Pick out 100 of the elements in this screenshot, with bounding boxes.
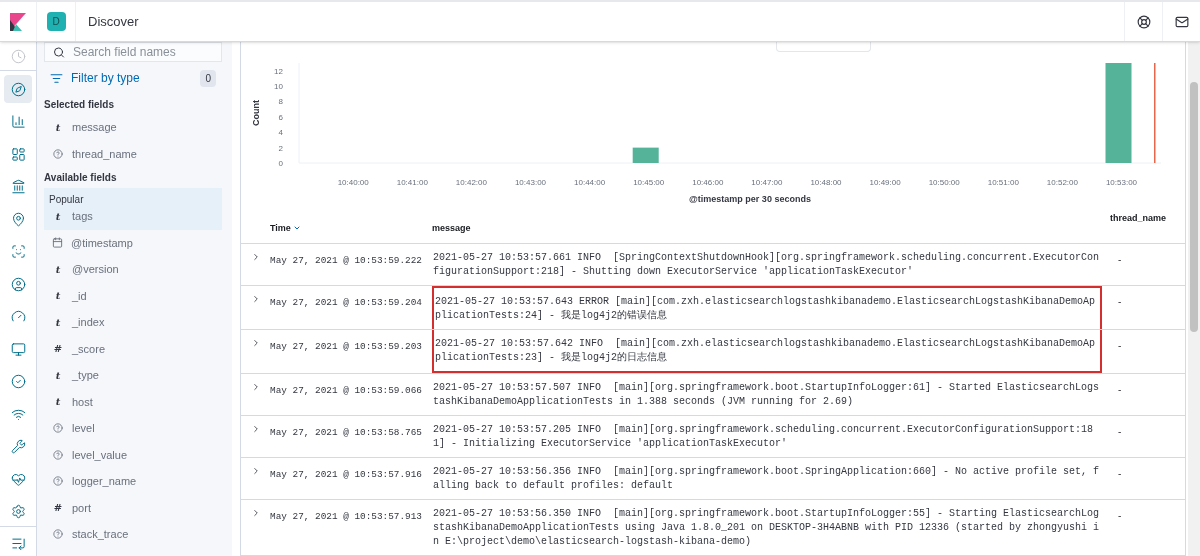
field-name[interactable]: logger_name xyxy=(72,473,137,490)
x-tick-label: 10:45:00 xyxy=(633,178,665,187)
field-name[interactable]: level_value xyxy=(72,446,128,463)
message-cell: 2021-05-27 10:53:57.643 ERROR [main][com.zxh.elasticsearchlogstashkibanademo.ElasticsearchLogstashKibanaDemoApplicationTests:24] - 我是log4j2的错误信息 xyxy=(432,286,1102,329)
section-heading: Available fields xyxy=(44,171,118,185)
column-header[interactable]: message xyxy=(432,221,471,235)
column-header[interactable]: Time xyxy=(270,221,301,235)
thread-name-cell: - xyxy=(1118,384,1122,395)
message-cell-text: 2021-05-27 10:53:56.356 INFO [main][org.springframework.boot.SpringApplication:660] - No active profile set, falling back to default profiles: default xyxy=(432,465,1101,493)
field-type-glyph: t xyxy=(54,368,62,383)
time-cell: May 27, 2021 @ 10:53:59.203 xyxy=(270,341,422,352)
time-cell: May 27, 2021 @ 10:53:57.913 xyxy=(270,511,422,522)
heart-pulse-icon xyxy=(10,471,26,487)
x-tick-label: 10:41:00 xyxy=(396,178,428,187)
field-type-glyph: # xyxy=(52,501,64,516)
y-tick-label: 8 xyxy=(278,97,283,107)
compass-icon xyxy=(10,81,26,97)
mail-icon xyxy=(1174,14,1189,29)
kibana-logo[interactable] xyxy=(10,12,26,31)
search-input[interactable]: Search field names xyxy=(73,43,213,61)
page-title: Discover xyxy=(88,12,139,31)
x-tick-label: 10:52:00 xyxy=(1046,178,1078,187)
x-tick-label: 10:44:00 xyxy=(574,178,606,187)
time-cell: May 27, 2021 @ 10:53:59.066 xyxy=(270,385,422,396)
x-tick-label: 10:47:00 xyxy=(751,178,783,187)
field-name[interactable]: _score xyxy=(72,340,106,357)
field-name[interactable]: port xyxy=(72,499,91,516)
message-cell-text: 2021-05-27 10:53:56.350 INFO [main][org.springframework.boot.StartupInfoLogger:55] - Starting ElasticsearchLogstashKibanaDemoApplicationTests using Java 1.8.0_201 on DESKTOP-3H4ABNB with PID 12336 (started by zhongyushi in E:\project\demo\elasticsearch-logstash-kibana-demo) xyxy=(432,507,1101,549)
field-type-glyph: t xyxy=(54,262,62,277)
signal-icon xyxy=(10,406,26,422)
field-name[interactable]: tags xyxy=(72,208,93,225)
check-circle-icon xyxy=(10,374,26,389)
x-tick-label: 10:51:00 xyxy=(987,178,1019,187)
field-type-glyph: t xyxy=(54,395,62,410)
x-tick-label: 10:53:00 xyxy=(1105,178,1138,187)
x-tick-label: 10:49:00 xyxy=(869,178,901,187)
question-icon xyxy=(53,529,63,540)
filter-icon xyxy=(50,71,63,85)
thread-name-cell: - xyxy=(1118,254,1122,265)
histogram-bar[interactable] xyxy=(632,147,659,163)
field-type-glyph: t xyxy=(54,315,62,330)
search-icon xyxy=(53,45,65,59)
question-icon xyxy=(53,423,63,434)
field-type-glyph: t xyxy=(54,120,62,135)
wrench-icon xyxy=(10,439,26,454)
settings-icon xyxy=(10,504,26,519)
table-row[interactable]: May 27, 2021 @ 10:53:57.916 2021-05-27 10:53:56.356 INFO [main][org.springframework.boot.SpringApplication:660] - No active profile set, falling back to default profiles: default - xyxy=(241,458,1185,500)
field-type-glyph: t xyxy=(54,209,62,224)
field-name[interactable]: thread_name xyxy=(72,145,137,162)
field-name[interactable]: level xyxy=(72,420,95,437)
y-tick-label: 2 xyxy=(278,143,283,153)
field-name[interactable]: _type xyxy=(72,367,99,384)
y-tick-label: 4 xyxy=(278,128,283,138)
dashboard-icon xyxy=(10,146,26,162)
thread-name-cell: - xyxy=(1118,468,1122,479)
time-cell: May 27, 2021 @ 10:53:58.765 xyxy=(270,427,422,438)
table-row[interactable]: May 27, 2021 @ 10:53:58.765 2021-05-27 10:53:57.205 INFO [main][org.springframework.scheduling.concurrent.ExecutorConfigurationSupport:181] - Initializing ExecutorService 'applicationTaskExecutor' - xyxy=(241,416,1185,458)
nav-button[interactable] xyxy=(4,75,32,103)
thread-name-cell: - xyxy=(1118,340,1122,351)
message-cell-text: 2021-05-27 10:53:57.507 INFO [main][org.springframework.boot.StartupInfoLogger:61] - Started ElasticsearchLogstashKibanaDemoApplicationTests in 1.388 seconds (JVM running for 2.69) xyxy=(432,381,1101,409)
message-cell: 2021-05-27 10:53:57.642 INFO [main][com.zxh.elasticsearchlogstashkibanademo.ElasticsearchLogstashKibanaDemoApplicationTests:23] - 我是log4j2的日志信息 xyxy=(432,330,1102,373)
time-cell: May 27, 2021 @ 10:53:59.222 xyxy=(270,255,422,266)
user-icon xyxy=(10,276,26,292)
question-icon xyxy=(53,148,63,159)
y-axis-title: Count xyxy=(251,100,261,126)
field-name[interactable]: _id xyxy=(72,287,87,304)
space-badge[interactable]: D xyxy=(46,12,66,31)
x-tick-label: 10:48:00 xyxy=(810,178,842,187)
filter-by-type-link[interactable]: Filter by type xyxy=(71,69,140,87)
field-name[interactable]: _index xyxy=(72,314,105,331)
time-cell: May 27, 2021 @ 10:53:59.204 xyxy=(270,297,422,308)
field-name[interactable]: @timestamp xyxy=(71,234,133,251)
time-cell: May 27, 2021 @ 10:53:57.916 xyxy=(270,469,422,480)
collapse-icon xyxy=(10,536,26,551)
x-tick-label: 10:40:00 xyxy=(337,178,369,187)
message-cell-text: 2021-05-27 10:53:57.205 INFO [main][org.springframework.scheduling.concurrent.ExecutorConfigurationSupport:181] - Initializing ExecutorService 'applicationTaskExecutor' xyxy=(432,423,1095,451)
column-header[interactable]: thread_name xyxy=(1110,213,1167,223)
group-label: Popular xyxy=(48,193,85,207)
y-tick-label: 0 xyxy=(278,159,283,168)
map-pin-icon xyxy=(10,211,26,227)
thread-name-cell: - xyxy=(1118,296,1122,307)
field-name[interactable]: @version xyxy=(72,261,119,278)
monitor-icon xyxy=(10,341,26,357)
table-row[interactable]: May 27, 2021 @ 10:53:59.203 2021-05-27 10:53:57.642 INFO [main][com.zxh.elasticsearchlogstashkibanademo.ElasticsearchLogstashKibanaDemoApplicationTests:23] - 我是log4j2的日志信息 - xyxy=(241,330,1185,374)
thread-name-cell: - xyxy=(1118,426,1122,437)
clock-icon xyxy=(10,48,26,64)
bar-chart-icon xyxy=(10,114,26,129)
message-cell-text: 2021-05-27 10:53:57.661 INFO [SpringContextShutdownHook][org.springframework.scheduling.concurrent.ExecutorConfigurationSupport:218] - Shutting down ExecutorService 'applicationTaskExecutor' xyxy=(432,251,1101,279)
field-name[interactable]: stack_trace xyxy=(72,526,129,543)
question-icon xyxy=(53,449,63,460)
scan-icon xyxy=(10,244,26,259)
x-tick-label: 10:50:00 xyxy=(928,178,960,187)
field-name[interactable]: message xyxy=(72,119,117,136)
table-row[interactable]: May 27, 2021 @ 10:53:59.204 2021-05-27 10:53:57.643 ERROR [main][com.zxh.elasticsearchlogstashkibanademo.ElasticsearchLogstashKibanaDemoApplicationTests:24] - 我是log4j2的错误信息 - xyxy=(241,286,1185,330)
x-tick-label: 10:46:00 xyxy=(692,178,724,187)
filter-count: 0 xyxy=(200,69,216,87)
field-name[interactable]: host xyxy=(72,393,93,410)
scrollbar[interactable] xyxy=(1188,42,1200,556)
lifebuoy-icon xyxy=(1136,14,1151,29)
search-field[interactable]: Search field names xyxy=(44,42,222,62)
